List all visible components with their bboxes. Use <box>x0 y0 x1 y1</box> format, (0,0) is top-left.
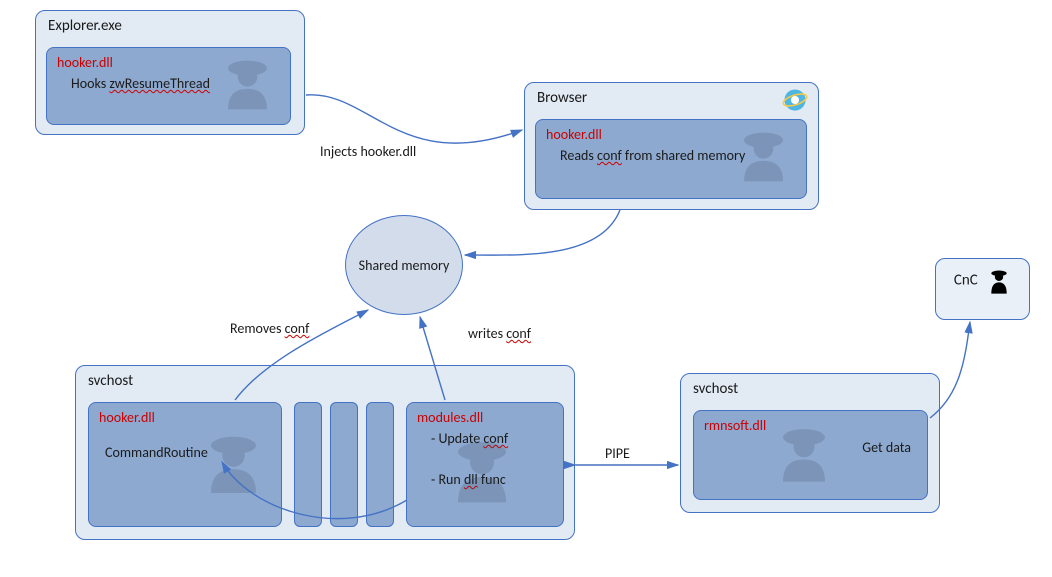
browser-hooker-module: hooker.dll Reads conf from shared memory <box>535 119 807 199</box>
text: from shared memory <box>622 147 746 164</box>
cnc-box: CnC <box>935 258 1030 320</box>
edge-writes-label: writes conf <box>468 325 531 342</box>
conf-word: conf <box>597 147 622 164</box>
browser-process-box: Browser hooker.dll Reads conf from share… <box>524 82 819 210</box>
cnc-label: CnC <box>954 272 978 290</box>
shared-memory-label: Shared memory <box>359 257 450 274</box>
pillar-3 <box>366 402 394 527</box>
shared-memory-node: Shared memory <box>345 215 463 315</box>
svchost-hooker-name: hooker.dll <box>99 409 271 426</box>
text: Removes <box>230 320 285 337</box>
pillar-1 <box>294 402 322 527</box>
svchost-left-title: svchost <box>76 366 574 392</box>
svchost-hooker-module: hooker.dll CommandRoutine <box>88 402 282 527</box>
explorer-hooker-module: hooker.dll Hooks zwResumeThread <box>46 47 291 125</box>
pillar-2 <box>330 402 358 527</box>
text: Reads <box>560 147 597 164</box>
hooked-func: zwResumeThread <box>109 75 210 92</box>
svchost-modules-module: modules.dll - Update conf - Run dll func <box>406 402 564 527</box>
explorer-process-box: Explorer.exe hooker.dll Hooks zwResumeTh… <box>35 10 305 135</box>
conf-word: conf <box>285 320 310 337</box>
edge-injects-label: Injects hooker.dll <box>320 143 416 160</box>
edge-pipe-label: PIPE <box>605 445 630 462</box>
rmnsoft-desc: Get data <box>862 439 911 456</box>
browser-title: Browser <box>525 83 818 109</box>
svchost-left-box: svchost hooker.dll CommandRoutine module… <box>75 365 575 540</box>
svchost-modules-name: modules.dll <box>417 409 553 426</box>
svchost-rmnsoft-module: rmnsoft.dll Get data <box>693 410 928 500</box>
conf-word: conf <box>506 325 531 342</box>
svchost-right-title: svchost <box>681 374 939 400</box>
text: writes <box>468 325 506 342</box>
text: Hooks <box>71 75 109 92</box>
edge-removes-label: Removes conf <box>230 320 309 337</box>
agent-icon <box>987 267 1011 295</box>
svchost-right-box: svchost rmnsoft.dll Get data <box>680 373 940 513</box>
explorer-title: Explorer.exe <box>36 11 304 37</box>
ie-icon <box>782 87 808 113</box>
